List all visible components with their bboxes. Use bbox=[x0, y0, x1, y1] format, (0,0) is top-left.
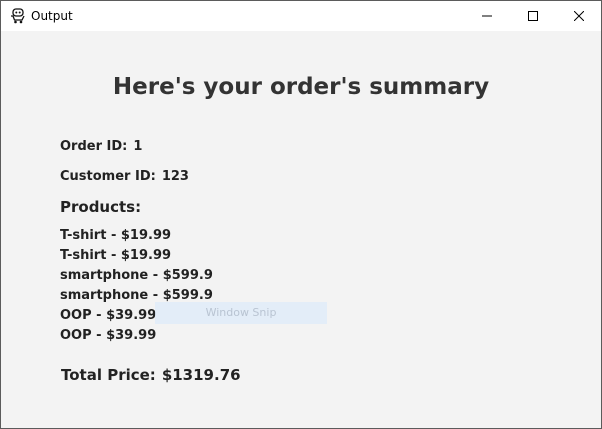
maximize-button[interactable] bbox=[510, 1, 556, 31]
output-window: Output Here's your order's summary Order… bbox=[0, 0, 602, 429]
order-id-value: 1 bbox=[133, 139, 143, 154]
close-icon bbox=[574, 11, 584, 21]
products-label: Products: bbox=[60, 198, 142, 216]
product-item: OOP - $39.99 bbox=[60, 328, 157, 343]
robot-cart-icon bbox=[10, 8, 26, 24]
product-list: T-shirt - $19.99 T-shirt - $19.99 smartp… bbox=[60, 226, 213, 346]
customer-id-label: Customer ID: bbox=[60, 169, 156, 184]
order-id-row: Order ID: 1 bbox=[60, 139, 142, 155]
customer-id-value: 123 bbox=[161, 169, 189, 184]
order-id-label: Order ID: bbox=[60, 139, 128, 154]
minimize-button[interactable] bbox=[464, 1, 510, 31]
customer-id-row: Customer ID: 123 bbox=[60, 169, 189, 185]
product-item: T-shirt - $19.99 bbox=[60, 248, 172, 263]
product-item: T-shirt - $19.99 bbox=[60, 228, 172, 243]
window-title: Output bbox=[31, 9, 73, 23]
total-price-row: Total Price: $1319.76 bbox=[61, 366, 241, 384]
maximize-icon bbox=[528, 11, 538, 21]
summary-heading: Here's your order's summary bbox=[112, 74, 490, 100]
total-price-label: Total Price: bbox=[61, 366, 156, 384]
total-price-value: $1319.76 bbox=[161, 366, 241, 384]
minimize-icon bbox=[482, 15, 492, 17]
product-item: smartphone - $599.9 bbox=[60, 268, 213, 283]
title-bar[interactable]: Output bbox=[1, 1, 601, 31]
close-button[interactable] bbox=[556, 1, 602, 31]
window-snip-overlay: Window Snip bbox=[155, 302, 327, 324]
